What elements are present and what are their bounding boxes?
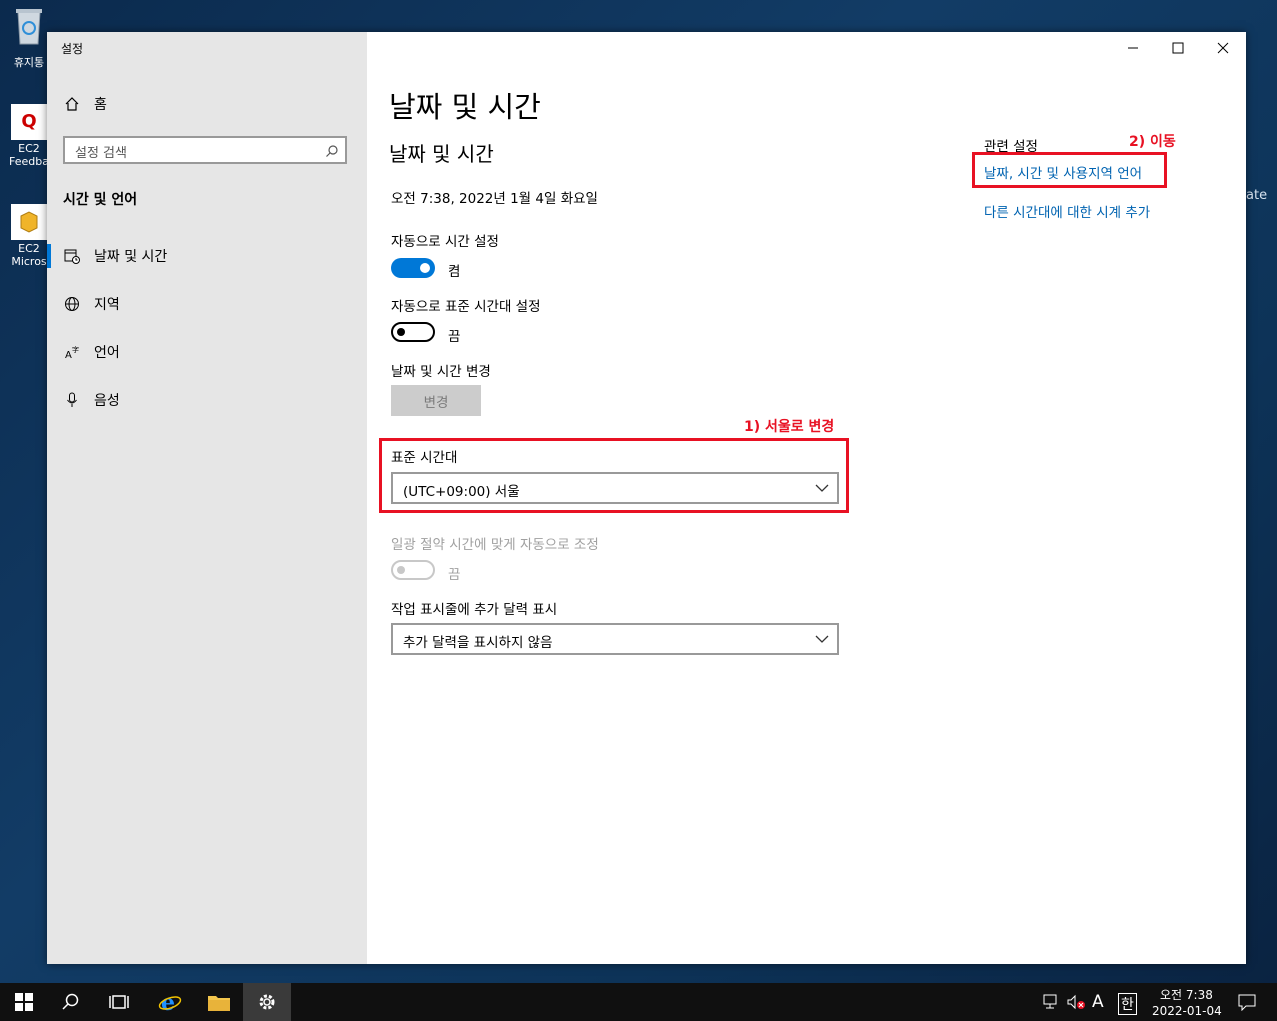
desktop-icon-label: EC2 Micros (11, 242, 47, 268)
timezone-value: (UTC+09:00) 서울 (403, 484, 520, 500)
svg-text:字: 字 (72, 345, 79, 354)
search-icon (325, 143, 339, 162)
chevron-down-icon (815, 635, 829, 643)
settings-search-input[interactable]: 설정 검색 (63, 136, 347, 164)
desktop-partial-text: ate (1246, 188, 1268, 203)
folder-icon (208, 996, 230, 1011)
chevron-down-icon (815, 484, 829, 492)
desktop-icon-ec2-feedback[interactable]: Q EC2 Feedba (6, 104, 52, 168)
network-icon[interactable] (1043, 994, 1061, 1013)
link-date-time-region-language[interactable]: 날짜, 시간 및 사용지역 언어 (984, 162, 1142, 182)
sidebar-item-speech[interactable]: 음성 (63, 388, 120, 412)
ime-language[interactable]: 한 (1118, 993, 1137, 1015)
sidebar-item-language[interactable]: A字 언어 (63, 340, 120, 364)
timezone-dropdown[interactable]: (UTC+09:00) 서울 (391, 472, 839, 504)
calendar-label: 작업 표시줄에 추가 달력 표시 (391, 602, 558, 618)
start-button[interactable] (0, 983, 48, 1021)
close-icon (1217, 42, 1229, 54)
minimize-button[interactable] (1110, 32, 1156, 64)
calendar-dropdown[interactable]: 추가 달력을 표시하지 않음 (391, 623, 839, 655)
maximize-icon (1172, 42, 1184, 54)
globe-icon (63, 295, 81, 313)
annotation-step1: 1) 서울로 변경 (744, 419, 835, 435)
nav-home[interactable]: 홈 (63, 92, 107, 116)
maximize-button[interactable] (1155, 32, 1201, 64)
gear-icon (259, 994, 275, 1010)
auto-timezone-label: 자동으로 표준 시간대 설정 (391, 299, 541, 315)
sidebar-item-label: 음성 (94, 393, 120, 409)
change-datetime-button[interactable]: 변경 (391, 385, 481, 416)
timezone-label: 표준 시간대 (391, 450, 458, 466)
taskbar: e A 한 오전 7:38 2022-01-04 (0, 983, 1277, 1021)
sidebar-section-title: 시간 및 언어 (63, 192, 138, 208)
svg-text:e: e (161, 990, 175, 1014)
sidebar-item-label: 날짜 및 시간 (94, 249, 168, 265)
feedback-app-icon: Q (11, 104, 47, 140)
calendar-clock-icon (63, 247, 81, 265)
internet-explorer-icon: e (158, 990, 182, 1014)
page-title: 날짜 및 시간 (389, 90, 541, 124)
link-add-clocks[interactable]: 다른 시간대에 대한 시계 추가 (984, 201, 1150, 221)
auto-time-state: 켬 (448, 264, 461, 280)
desktop-icon-label: 휴지통 (13, 56, 45, 69)
package-app-icon (11, 204, 47, 240)
search-icon (62, 993, 79, 1010)
volume-muted-icon[interactable] (1067, 994, 1087, 1013)
internet-explorer-button[interactable]: e (146, 983, 194, 1021)
auto-time-label: 자동으로 시간 설정 (391, 234, 499, 250)
desktop-icon-ec2-microsoft[interactable]: EC2 Micros (6, 204, 52, 268)
window-title: 설정 (61, 42, 84, 56)
notifications-icon[interactable] (1238, 993, 1256, 1014)
sidebar-item-date-time[interactable]: 날짜 및 시간 (63, 244, 167, 268)
dst-label: 일광 절약 시간에 맞게 자동으로 조정 (391, 537, 599, 553)
active-indicator (47, 244, 51, 268)
dst-toggle[interactable] (391, 560, 435, 580)
search-button[interactable] (47, 983, 95, 1021)
section-title: 날짜 및 시간 (389, 142, 494, 166)
sidebar-item-label: 지역 (94, 297, 120, 313)
microphone-icon (63, 391, 81, 409)
task-view-button[interactable] (95, 983, 143, 1021)
close-button[interactable] (1200, 32, 1246, 64)
nav-home-label: 홈 (94, 97, 107, 113)
search-placeholder: 설정 검색 (75, 146, 127, 161)
auto-time-toggle[interactable] (391, 258, 435, 278)
sidebar-item-label: 언어 (94, 345, 120, 361)
settings-window: 설정 홈 설정 검색 시간 및 언어 날짜 및 시간 지역 A 字 언어 음성 … (47, 32, 1246, 964)
desktop-icon-recycle-bin[interactable]: 휴지통 (6, 6, 52, 70)
sidebar-item-region[interactable]: 지역 (63, 292, 120, 316)
ime-mode[interactable]: A (1092, 992, 1104, 1012)
clock-date[interactable]: 2022-01-04 (1152, 1004, 1222, 1018)
file-explorer-button[interactable] (195, 983, 243, 1021)
dst-state: 끔 (448, 567, 461, 583)
auto-timezone-toggle[interactable] (391, 322, 435, 342)
change-datetime-label: 날짜 및 시간 변경 (391, 364, 491, 380)
auto-timezone-state: 끔 (448, 329, 461, 345)
calendar-value: 추가 달력을 표시하지 않음 (403, 635, 553, 651)
home-icon (63, 95, 81, 113)
language-icon: A字 (63, 343, 81, 361)
annotation-step2: 2) 이동 (1129, 134, 1176, 150)
task-view-icon (109, 995, 129, 1009)
svg-text:A: A (65, 350, 72, 360)
current-datetime: 오전 7:38, 2022년 1월 4일 화요일 (391, 191, 598, 207)
minimize-icon (1128, 47, 1138, 49)
sidebar: 설정 홈 설정 검색 시간 및 언어 날짜 및 시간 지역 A 字 언어 음성 (47, 32, 367, 964)
settings-taskbar-button[interactable] (243, 983, 291, 1021)
windows-icon (15, 993, 33, 1011)
clock-time[interactable]: 오전 7:38 (1160, 986, 1213, 1003)
desktop-icon-label: EC2 Feedba (9, 142, 49, 168)
recycle-bin-icon (11, 6, 47, 45)
